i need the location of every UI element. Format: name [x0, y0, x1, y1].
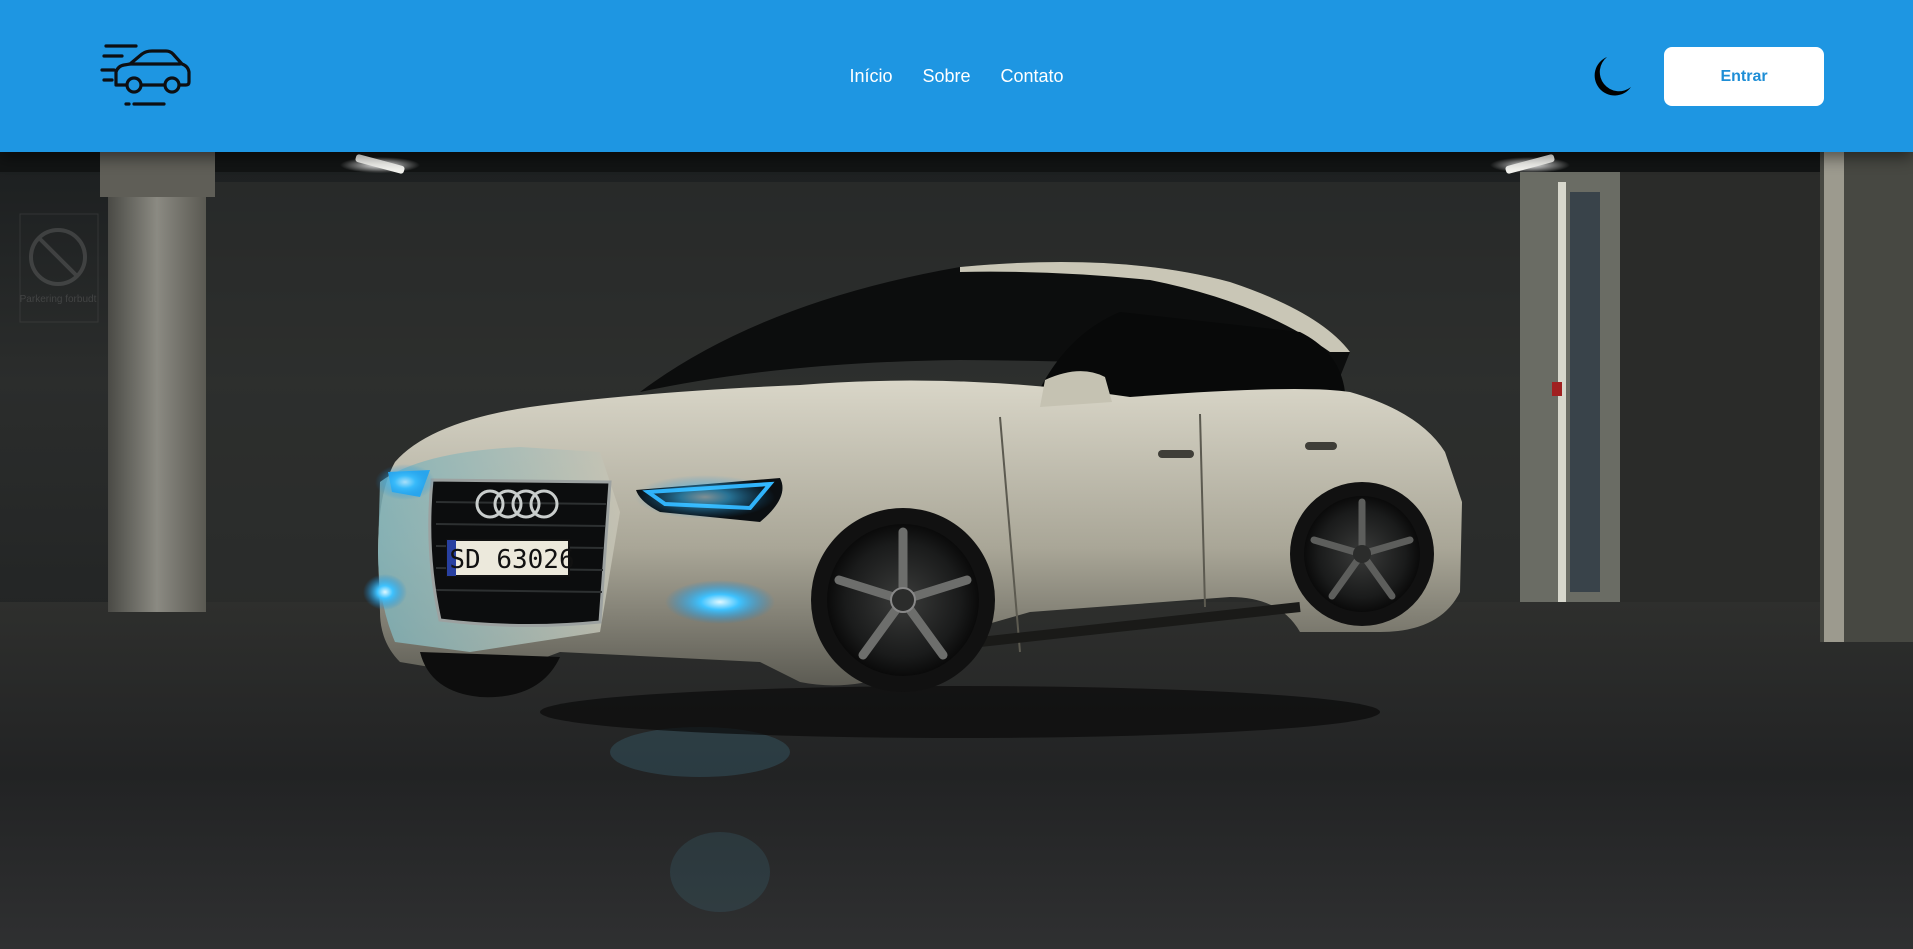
license-plate-text: SD 63026: [449, 545, 574, 575]
speeding-car-icon[interactable]: [100, 42, 192, 110]
hero-image: Parkering forbudt SD 63026: [0, 152, 1913, 949]
top-navbar: Início Sobre Contato Entrar: [0, 0, 1913, 152]
moon-icon[interactable]: [1588, 54, 1634, 100]
nav-link-sobre[interactable]: Sobre: [922, 66, 970, 87]
nav-link-contato[interactable]: Contato: [1001, 66, 1064, 87]
nav-link-inicio[interactable]: Início: [849, 66, 892, 87]
login-button[interactable]: Entrar: [1664, 47, 1824, 106]
parking-sign-text: Parkering forbudt: [20, 294, 97, 305]
